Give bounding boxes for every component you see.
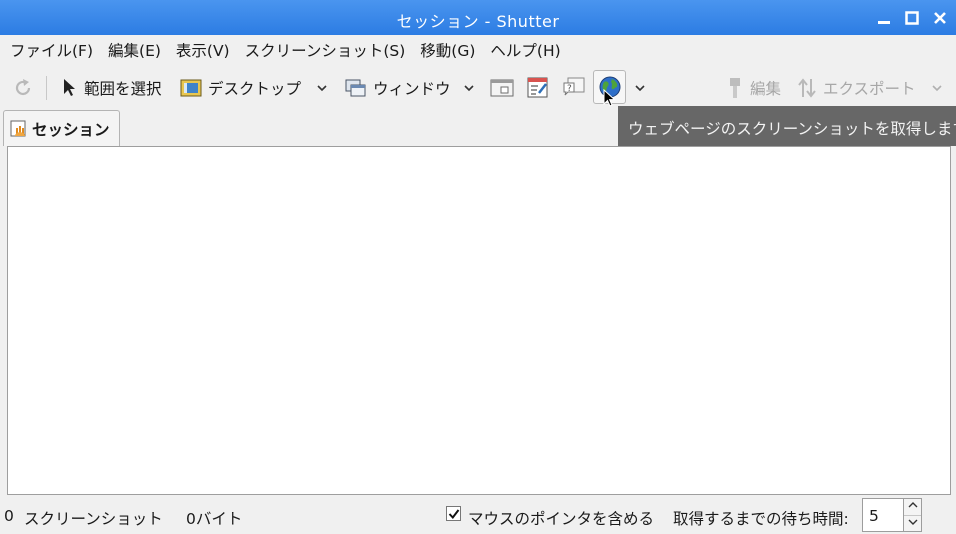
desktop-icon <box>180 79 202 97</box>
total-size: 0バイト <box>186 510 243 528</box>
mouse-cursor-icon <box>603 89 616 107</box>
menu-go[interactable]: 移動(G) <box>413 39 483 61</box>
export-button[interactable]: エクスポート <box>797 70 916 106</box>
delay-decrement-button[interactable] <box>904 515 921 532</box>
menu-screenshot[interactable]: スクリーンショット(S) <box>238 39 414 61</box>
mouse-pointer-label[interactable]: マウスのポインタを含める <box>468 507 654 529</box>
close-icon <box>934 12 946 24</box>
checkmark-icon <box>448 508 459 519</box>
menu-capture-icon <box>527 77 548 98</box>
toolbar-separator <box>46 76 47 100</box>
chevron-down-icon <box>317 85 327 92</box>
session-view[interactable] <box>7 146 951 495</box>
chevron-down-icon <box>932 85 942 92</box>
menu-capture-button[interactable] <box>527 70 549 106</box>
chevron-down-icon <box>635 85 645 92</box>
export-dropdown[interactable] <box>931 70 943 106</box>
close-button[interactable] <box>930 8 950 28</box>
edit-button[interactable]: 編集 <box>726 70 781 106</box>
maximize-icon <box>905 11 919 25</box>
tooltip-capture-icon: ? <box>563 77 585 96</box>
redo-icon <box>15 79 31 96</box>
window-dropdown[interactable] <box>463 70 475 106</box>
delay-input[interactable]: 5 <box>862 498 904 532</box>
desktop-dropdown[interactable] <box>316 70 328 106</box>
mouse-pointer-checkbox[interactable] <box>446 506 461 521</box>
desktop-label: デスクトップ <box>208 80 302 98</box>
tab-session[interactable]: セッション <box>3 110 120 146</box>
tooltip: ウェブページのスクリーンショットを取得します <box>618 106 956 146</box>
minimize-icon <box>878 21 890 24</box>
chevron-down-icon <box>464 85 474 92</box>
window-label: ウィンドウ <box>373 80 451 98</box>
tooltip-capture-button[interactable]: ? <box>562 70 586 106</box>
chevron-up-icon <box>908 502 917 508</box>
menu-edit[interactable]: 編集(E) <box>101 39 169 61</box>
delay-increment-button[interactable] <box>904 499 921 515</box>
maximize-button[interactable] <box>902 8 922 28</box>
session-icon <box>10 120 26 136</box>
screenshot-count: 0 <box>4 507 14 525</box>
menu-file[interactable]: ファイル(F) <box>0 39 101 61</box>
section-button[interactable] <box>490 70 514 106</box>
export-label: エクスポート <box>823 80 916 98</box>
menu-bar: ファイル(F) 編集(E) 表示(V) スクリーンショット(S) 移動(G) ヘ… <box>0 35 956 65</box>
menu-view[interactable]: 表示(V) <box>169 39 238 61</box>
minimize-button[interactable] <box>874 8 894 28</box>
section-icon <box>490 79 514 97</box>
window-title: セッション - Shutter <box>396 12 560 31</box>
cursor-arrow-icon <box>64 79 75 96</box>
tab-session-label: セッション <box>32 120 110 139</box>
redo-button[interactable] <box>12 70 34 106</box>
screenshot-count-label: スクリーンショット <box>24 510 163 528</box>
status-bar: 0 スクリーンショット 0バイト マウスのポインタを含める 取得するまでの待ち時… <box>0 498 956 534</box>
select-region-label: 範囲を選択 <box>84 80 162 98</box>
web-capture-dropdown[interactable] <box>634 70 646 106</box>
window-button[interactable]: ウィンドウ <box>345 70 451 106</box>
toolbar: 範囲を選択 デスクトップ ウィンドウ ? 編集 エクスポート <box>0 68 956 108</box>
edit-label: 編集 <box>750 80 782 98</box>
delay-stepper <box>904 498 922 532</box>
svg-text:?: ? <box>567 84 572 94</box>
title-bar: セッション - Shutter <box>0 0 956 35</box>
export-arrows-icon <box>798 78 816 98</box>
delay-label: 取得するまでの待ち時間: <box>673 510 849 528</box>
chevron-down-icon <box>908 519 917 525</box>
brush-icon <box>730 78 740 98</box>
select-region-button[interactable]: 範囲を選択 <box>62 70 162 106</box>
menu-help[interactable]: ヘルプ(H) <box>483 39 568 61</box>
window-icon <box>345 79 366 97</box>
desktop-button[interactable]: デスクトップ <box>180 70 301 106</box>
